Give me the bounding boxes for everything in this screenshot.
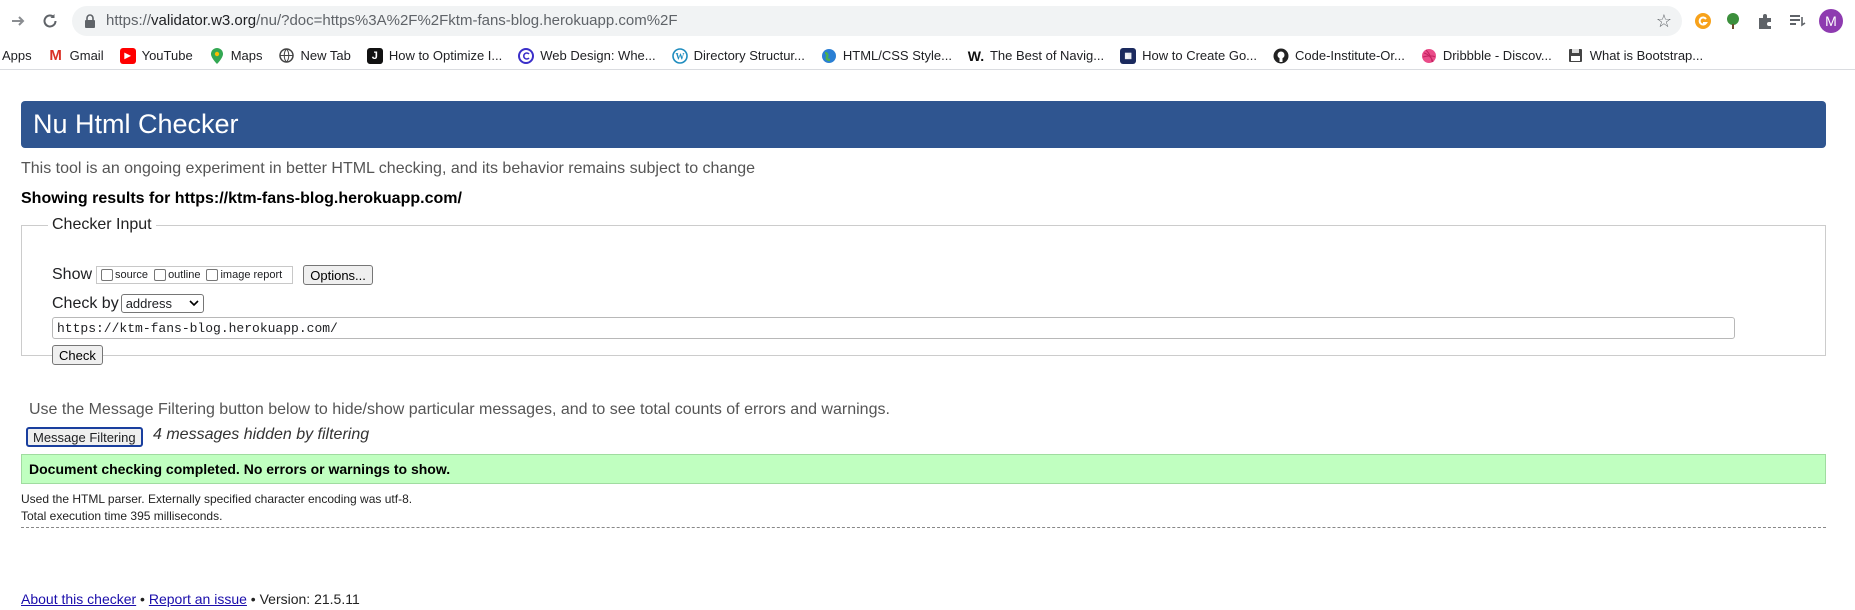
page-content: Nu Html Checker This tool is an ongoing … (0, 71, 1855, 610)
url-host: validator.w3.org (151, 12, 257, 29)
bookmark-label: Apps (2, 48, 32, 63)
success-message: Document checking completed. No errors o… (21, 454, 1826, 484)
address-input[interactable]: https://ktm-fans-blog.herokuapp.com/ (52, 317, 1735, 339)
earth-icon (821, 48, 837, 64)
options-button[interactable]: Options... (303, 265, 373, 285)
bookmark-label: Maps (230, 48, 263, 63)
bookmark-html-css[interactable]: HTML/CSS Style... (821, 48, 952, 64)
forward-icon[interactable] (6, 9, 30, 33)
bookmarks-bar: Apps M Gmail ▶ YouTube Maps New Tab J Ho… (0, 42, 1855, 70)
grammarly-icon[interactable] (1692, 10, 1714, 32)
checker-input-fieldset: Checker Input Show source outline image … (21, 216, 1826, 365)
source-option[interactable]: source (101, 269, 148, 281)
gmail-icon: M (49, 47, 62, 64)
outline-option[interactable]: outline (154, 269, 200, 281)
execution-time: Total execution time 395 milliseconds. (21, 509, 223, 523)
profile-avatar[interactable]: M (1819, 9, 1843, 33)
bookmark-navigation[interactable]: W. The Best of Navig... (968, 48, 1104, 64)
intro-text: This tool is an ongoing experiment in be… (21, 160, 756, 177)
bookmark-star-icon[interactable]: ☆ (1656, 11, 1672, 32)
checker-input-legend: Checker Input (52, 216, 152, 233)
filter-note: Use the Message Filtering button below t… (29, 401, 890, 418)
source-checkbox[interactable] (101, 269, 114, 281)
dribbble-icon (1421, 48, 1437, 64)
chevron-down-icon (189, 300, 199, 307)
version-text: • Version: 21.5.11 (246, 591, 360, 607)
outline-label: outline (168, 269, 201, 281)
check-by-select[interactable]: address (120, 294, 204, 313)
page-title: Nu Html Checker (33, 109, 239, 139)
bookmark-label: How to Optimize I... (388, 48, 503, 63)
bookmark-label: Dribbble - Discov... (1442, 48, 1552, 63)
url-prefix: https:// (106, 12, 152, 29)
show-label: Show (52, 266, 93, 283)
c-circle-icon (518, 47, 535, 64)
bookmark-youtube[interactable]: ▶ YouTube (119, 47, 193, 64)
reading-list-icon[interactable] (1786, 10, 1808, 32)
bookmark-optimize[interactable]: J How to Optimize I... (366, 47, 503, 64)
reload-icon[interactable] (38, 9, 62, 33)
source-label: source (115, 269, 149, 281)
bookmark-directory[interactable]: W Directory Structur... (671, 47, 805, 64)
bookmark-label: How to Create Go... (1142, 48, 1258, 63)
image-report-option[interactable]: image report (206, 269, 282, 281)
bookmark-dribbble[interactable]: Dribbble - Discov... (1421, 48, 1552, 64)
maps-icon (209, 47, 225, 64)
address-bar[interactable]: https://validator.w3.org/nu/?doc=https%3… (72, 6, 1682, 36)
show-options-group: source outline image report (96, 266, 294, 284)
svg-text:W: W (675, 51, 684, 61)
parser-details: Used the HTML parser. Externally specifi… (21, 492, 413, 506)
bookmark-label: New Tab (300, 48, 351, 63)
message-filtering-button[interactable]: Message Filtering (26, 427, 143, 447)
extensions-puzzle-icon[interactable] (1754, 10, 1776, 32)
site-icon: ▦ (1120, 47, 1137, 64)
hidden-messages-count: 4 messages hidden by filtering (153, 426, 370, 443)
bookmark-new-tab[interactable]: New Tab (278, 48, 351, 64)
image-report-label: image report (220, 269, 283, 281)
show-row: Show source outline image report Options… (52, 265, 373, 285)
outline-checkbox[interactable] (154, 269, 167, 281)
check-by-row: Check by address (52, 294, 204, 313)
github-icon (1273, 48, 1289, 64)
lock-icon (85, 14, 95, 28)
about-link[interactable]: About this checker (21, 591, 136, 607)
dashed-divider (21, 527, 1826, 528)
floppy-icon (1568, 48, 1584, 64)
header-banner: Nu Html Checker (21, 101, 1826, 148)
report-issue-link[interactable]: Report an issue (149, 591, 247, 607)
wordpress-icon: W (671, 47, 688, 64)
bookmark-label: The Best of Navig... (989, 48, 1105, 63)
browser-toolbar: https://validator.w3.org/nu/?doc=https%3… (0, 0, 1855, 42)
url-path: /nu/?doc=https%3A%2F%2Fktm-fans-blog.her… (256, 12, 678, 29)
check-by-value: address (125, 296, 172, 311)
bookmark-maps[interactable]: Maps (209, 47, 263, 64)
bookmark-label: HTML/CSS Style... (842, 48, 952, 63)
bookmark-label: YouTube (141, 48, 193, 63)
bookmark-web-design[interactable]: Web Design: Whe... (518, 47, 656, 64)
bookmark-bootstrap[interactable]: What is Bootstrap... (1568, 48, 1703, 64)
image-report-checkbox[interactable] (206, 269, 219, 281)
bookmark-label: Code-Institute-Or... (1295, 48, 1405, 63)
bookmark-apps[interactable]: Apps (2, 48, 32, 63)
bookmark-gmail[interactable]: M Gmail (48, 47, 104, 64)
footer-separator: • (136, 591, 149, 607)
tree-extension-icon[interactable] (1722, 10, 1744, 32)
bookmark-code-institute[interactable]: Code-Institute-Or... (1273, 48, 1405, 64)
bookmark-create[interactable]: ▦ How to Create Go... (1120, 47, 1258, 64)
bookmark-label: Directory Structur... (693, 48, 805, 63)
bookmark-label: What is Bootstrap... (1589, 48, 1704, 63)
youtube-icon: ▶ (119, 47, 136, 64)
globe-icon (278, 48, 294, 64)
bookmark-label: Web Design: Whe... (540, 48, 656, 63)
footer: About this checker • Report an issue • V… (21, 591, 360, 607)
check-button[interactable]: Check (52, 345, 103, 365)
showing-results-text: Showing results for https://ktm-fans-blo… (21, 190, 462, 207)
url-text: https://validator.w3.org/nu/?doc=https%3… (106, 12, 678, 29)
j-icon: J (366, 47, 383, 64)
w-icon: W. (967, 47, 985, 64)
check-by-label: Check by (52, 294, 119, 312)
bookmark-label: Gmail (69, 48, 104, 63)
